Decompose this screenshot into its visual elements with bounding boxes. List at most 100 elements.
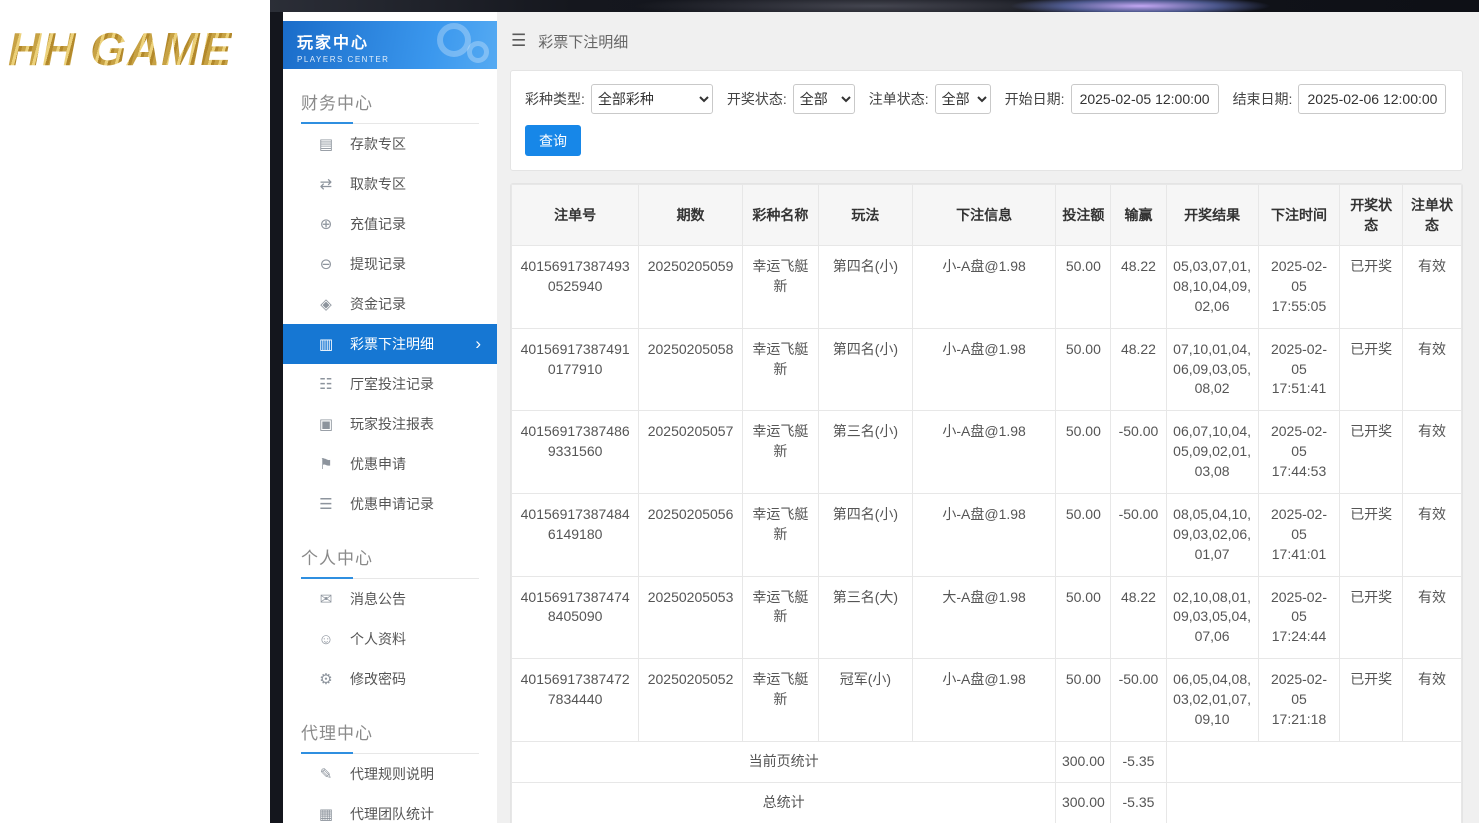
table-row: 40156917387484614918020250205056幸运飞艇新第四名… [512,493,1462,576]
cell-bet-amount: 50.00 [1056,328,1111,411]
cell-bet-amount: 50.00 [1056,576,1111,659]
sidebar-item-cashout-record[interactable]: ⊖提现记录 [283,244,497,284]
cell-bet-time: 2025-02-05 17:51:41 [1258,328,1340,411]
draw-status-select[interactable]: 全部 [793,84,855,114]
lottery-type-select[interactable]: 全部彩种 [591,84,713,114]
sidebar-item-label: 厅室投注记录 [350,374,434,394]
sidebar-item-label: 优惠申请 [350,454,406,474]
recharge-record-icon: ⊕ [317,215,335,233]
sidebar-item-deposit[interactable]: ▤存款专区 [283,124,497,164]
sidebar-item-label: 资金记录 [350,294,406,314]
table-row: 40156917387486933156020250205057幸运飞艇新第三名… [512,411,1462,494]
cell-draw-status: 已开奖 [1340,493,1403,576]
sidebar-item-label: 优惠申请记录 [350,494,434,514]
sidebar-section-title: 财务中心 [301,75,479,124]
cell-period: 20250205056 [639,493,743,576]
sidebar-item-lottery-bet-detail[interactable]: ▥彩票下注明细› [283,324,497,364]
page-background-left: HH GAME [0,0,270,823]
cell-period: 20250205058 [639,328,743,411]
sidebar-item-withdraw[interactable]: ⇄ 取款专区 [283,164,497,204]
sidebar-item-player-report[interactable]: ▣玩家投注报表 [283,404,497,444]
sidebar-item-user-profile[interactable]: ☺个人资料 [283,619,497,659]
cell-order-status: 有效 [1403,576,1462,659]
cell-play-type: 第三名(小) [818,411,912,494]
sidebar-item-announcement-bell[interactable]: ✉消息公告 [283,579,497,619]
withdraw-icon: ⇄ [317,175,335,193]
start-date-label: 开始日期: [1005,89,1065,109]
agent-team-stats-icon: ▦ [317,805,335,823]
order-status-label: 注单状态: [869,89,929,109]
cell-win-loss: 48.22 [1111,328,1166,411]
cell-order-id: 401569173874869331560 [512,411,639,494]
deposit-icon: ▤ [317,135,335,153]
lottery-type-label: 彩种类型: [525,89,585,109]
sidebar-item-funds-record[interactable]: ◈资金记录 [283,284,497,324]
column-header: 开奖状态 [1340,185,1403,246]
chevron-right-icon: › [475,334,481,354]
sidebar-item-label: 彩票下注明细 [350,334,434,354]
hall-bet-record-icon: ☷ [317,375,335,393]
cell-lottery-name: 幸运飞艇新 [742,246,818,329]
brand-logo: HH GAME [8,22,232,76]
sidebar-nav: 财务中心▤存款专区⇄取款专区⊕充值记录⊖提现记录◈资金记录▥彩票下注明细›☷厅室… [283,75,497,823]
summary-bet-amount: 300.00 [1056,741,1111,782]
sidebar-header: 玩家中心 PLAYERS CENTER [283,21,497,69]
sidebar-item-promo-apply[interactable]: ⚑优惠申请 [283,444,497,484]
column-header: 下注时间 [1258,185,1340,246]
cell-order-id: 401569173874727834440 [512,659,639,742]
search-button[interactable]: 查询 [525,125,581,156]
column-header: 注单状态 [1403,185,1462,246]
cell-bet-time: 2025-02-05 17:44:53 [1258,411,1340,494]
cell-play-type: 第四名(小) [818,493,912,576]
cell-order-id: 401569173874930525940 [512,246,639,329]
table-row: 40156917387474840509020250205053幸运飞艇新第三名… [512,576,1462,659]
sidebar-item-label: 取款专区 [350,174,406,194]
menu-toggle-icon[interactable]: ☰ [511,31,526,51]
cell-play-type: 第四名(小) [818,328,912,411]
agent-rules-icon: ✎ [317,765,335,783]
order-status-select[interactable]: 全部 [935,84,991,114]
main-header: ☰ 彩票下注明细 [497,12,1479,70]
table-header-row: 注单号期数彩种名称玩法下注信息投注额输赢开奖结果下注时间开奖状态注单状态 [512,185,1462,246]
cell-draw-result: 08,05,04,10,09,03,02,06,01,07 [1166,493,1258,576]
sidebar-item-promo-record[interactable]: ☰优惠申请记录 [283,484,497,524]
filter-panel: 彩种类型: 全部彩种 开奖状态: 全部 注单状态: 全部 [510,70,1463,171]
cell-bet-info: 小-A盘@1.98 [912,246,1055,329]
sidebar: 玩家中心 PLAYERS CENTER 财务中心▤存款专区 ⇄ 取款专区 ⊕充值记录⊖… [283,12,497,823]
sidebar-item-label: 提现记录 [350,254,406,274]
summary-win-loss: -5.35 [1111,782,1166,823]
sidebar-section-title: 个人中心 [301,530,479,579]
filter-actions: 查询 [525,125,1448,156]
main-area: ☰ 彩票下注明细 彩种类型: 全部彩种 开奖状态: 全部 [497,12,1479,823]
cell-order-status: 有效 [1403,328,1462,411]
sidebar-item-label: 代理规则说明 [350,764,434,784]
table-row: 40156917387472783444020250205052幸运飞艇新冠军(… [512,659,1462,742]
sidebar-item-change-password[interactable]: ⚙修改密码 [283,659,497,699]
column-header: 玩法 [818,185,912,246]
cell-lottery-name: 幸运飞艇新 [742,328,818,411]
sidebar-item-label: 个人资料 [350,629,406,649]
cell-bet-amount: 50.00 [1056,246,1111,329]
cell-bet-amount: 50.00 [1056,411,1111,494]
cell-draw-status: 已开奖 [1340,411,1403,494]
cell-win-loss: -50.00 [1111,493,1166,576]
cell-win-loss: 48.22 [1111,576,1166,659]
start-date-input[interactable] [1071,84,1219,114]
cell-draw-status: 已开奖 [1340,328,1403,411]
top-decoration-strip [270,0,1479,12]
cell-lottery-name: 幸运飞艇新 [742,411,818,494]
summary-empty [1166,782,1461,823]
sidebar-item-hall-bet-record[interactable]: ☷ 厅室投注记录 [283,364,497,404]
cell-bet-time: 2025-02-05 17:55:05 [1258,246,1340,329]
cell-bet-info: 小-A盘@1.98 [912,493,1055,576]
sidebar-item-agent-team-stats[interactable]: ▦代理团队统计 [283,794,497,823]
sidebar-item-agent-rules[interactable]: ✎ 代理规则说明 [283,754,497,794]
cell-period: 20250205053 [639,576,743,659]
circles-decoration-icon [419,23,489,69]
sidebar-item-recharge-record[interactable]: ⊕充值记录 [283,204,497,244]
cell-bet-amount: 50.00 [1056,659,1111,742]
cell-bet-time: 2025-02-05 17:41:01 [1258,493,1340,576]
draw-status-label: 开奖状态: [727,89,787,109]
end-date-input[interactable] [1298,84,1446,114]
cell-period: 20250205059 [639,246,743,329]
